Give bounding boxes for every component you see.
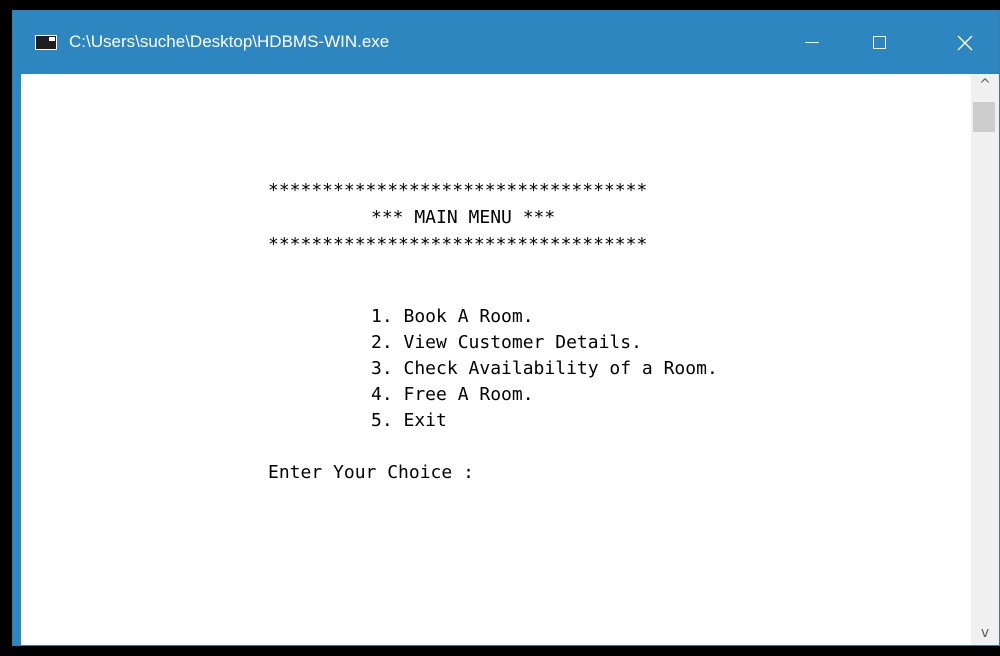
banner-title: *** MAIN MENU *** [371, 207, 556, 228]
minimize-icon [805, 42, 819, 43]
console-app-icon[interactable] [35, 35, 57, 50]
menu-item-exit: 5. Exit [371, 410, 447, 431]
maximize-button[interactable] [848, 11, 910, 74]
choice-prompt: Enter Your Choice : [268, 462, 474, 483]
close-icon [957, 35, 973, 50]
scrollbar-thumb[interactable] [973, 102, 995, 132]
console-output[interactable]: *********************************** *** … [21, 74, 971, 645]
banner-top-line: *********************************** [268, 180, 648, 201]
menu-item-book-room: 1. Book A Room. [371, 306, 534, 327]
minimize-button[interactable] [781, 11, 843, 74]
menu-item-check-availability: 3. Check Availability of a Room. [371, 358, 718, 379]
scroll-up-arrow-icon[interactable]: ^ [971, 76, 999, 94]
scroll-down-arrow-icon[interactable]: v [971, 624, 999, 642]
vertical-scrollbar[interactable]: ^ v [971, 74, 999, 645]
maximize-icon [872, 36, 886, 49]
desktop-background-bottom [12, 646, 1000, 656]
menu-item-free-room: 4. Free A Room. [371, 384, 534, 405]
console-window: C:\Users\suche\Desktop\HDBMS-WIN.exe ***… [12, 10, 1000, 646]
menu-item-view-customer-details: 2. View Customer Details. [371, 332, 642, 353]
close-button[interactable] [931, 11, 999, 74]
desktop-background [0, 0, 12, 656]
banner-bottom-line: *********************************** [268, 234, 648, 255]
window-title: C:\Users\suche\Desktop\HDBMS-WIN.exe [69, 32, 390, 51]
title-bar[interactable]: C:\Users\suche\Desktop\HDBMS-WIN.exe [13, 11, 999, 74]
